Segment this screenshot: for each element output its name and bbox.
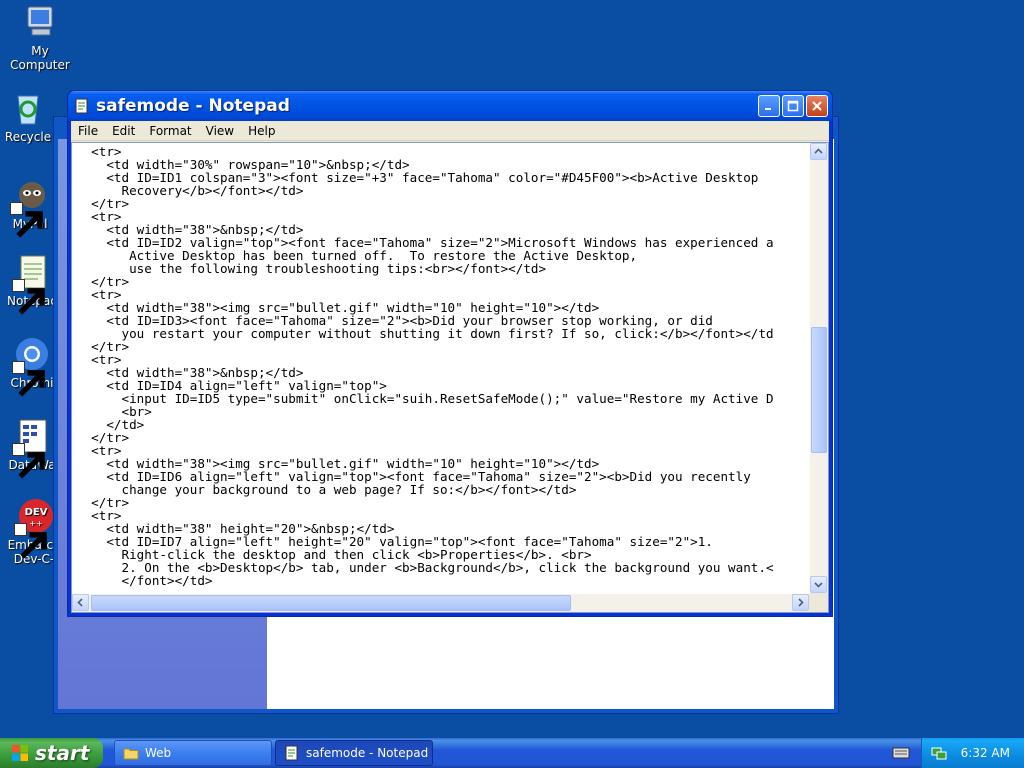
shortcut-arrow-icon bbox=[10, 202, 43, 238]
desktop-icon-my-computer[interactable]: My Computer bbox=[0, 2, 80, 72]
horizontal-scroll-thumb[interactable] bbox=[91, 595, 571, 611]
chevron-up-icon bbox=[814, 148, 823, 154]
folder-icon bbox=[123, 748, 139, 760]
menu-help[interactable]: Help bbox=[241, 124, 282, 138]
minimize-button[interactable] bbox=[758, 95, 780, 117]
keyboard-icon[interactable] bbox=[892, 745, 910, 761]
shortcut-arrow-icon bbox=[12, 279, 45, 315]
menu-bar: File Edit Format View Help bbox=[71, 121, 829, 141]
system-tray: 6:32 AM bbox=[921, 738, 1024, 768]
scroll-right-button[interactable] bbox=[792, 594, 809, 611]
chevron-right-icon bbox=[798, 598, 804, 607]
taskbar-button-web[interactable]: Web bbox=[114, 740, 272, 766]
horizontal-scrollbar[interactable] bbox=[72, 594, 809, 612]
taskbar: start Web safemode - Notepad 6:32 AM bbox=[0, 738, 1024, 768]
menu-edit[interactable]: Edit bbox=[105, 124, 142, 138]
shortcut-arrow-icon bbox=[12, 443, 45, 479]
text-line: </tr> bbox=[76, 495, 130, 510]
notepad-window[interactable]: safemode - Notepad File Edit Format View… bbox=[67, 90, 833, 617]
text-line: change your background to a web page? If… bbox=[76, 482, 577, 497]
text-line: </tr> bbox=[76, 339, 130, 354]
datawarrior-icon bbox=[12, 416, 52, 479]
shortcut-arrow-icon bbox=[14, 523, 47, 559]
notepad-icon bbox=[75, 98, 88, 114]
minimize-icon bbox=[765, 108, 771, 110]
dev-cpp-icon: DEV ++ bbox=[14, 496, 54, 559]
vertical-scrollbar[interactable] bbox=[810, 143, 828, 593]
resize-grip[interactable] bbox=[809, 593, 828, 612]
text-line: you restart your computer without shutti… bbox=[76, 326, 774, 341]
text-line: </tr> bbox=[76, 430, 130, 445]
taskbar-button-notepad[interactable]: safemode - Notepad bbox=[275, 740, 433, 766]
maximize-button[interactable] bbox=[782, 95, 804, 117]
taskbar-button-label: Web bbox=[145, 746, 172, 760]
text-editor-area[interactable]: <tr> <td width="30%" rowspan="10">&nbsp;… bbox=[71, 142, 829, 613]
menu-file[interactable]: File bbox=[71, 124, 105, 138]
my-computer-icon bbox=[20, 2, 60, 42]
mypal-icon bbox=[10, 175, 50, 238]
desktop-icon-label: My Computer bbox=[10, 44, 70, 72]
chromium-icon bbox=[12, 334, 52, 397]
close-button[interactable] bbox=[806, 95, 828, 117]
notepad-icon bbox=[285, 745, 298, 761]
text-line: </font></td> bbox=[76, 573, 213, 588]
window-title: safemode - Notepad bbox=[96, 96, 290, 116]
start-button[interactable]: start bbox=[0, 738, 103, 768]
menu-format[interactable]: Format bbox=[142, 124, 198, 138]
text-line: </tr> bbox=[76, 196, 130, 211]
text-line: </tr> bbox=[76, 274, 130, 289]
text-line: </td> bbox=[76, 417, 145, 432]
taskbar-button-label: safemode - Notepad bbox=[306, 746, 429, 760]
clock[interactable]: 6:32 AM bbox=[961, 746, 1010, 760]
text-line: <br> bbox=[76, 404, 152, 419]
svg-text:DEV: DEV bbox=[25, 507, 48, 518]
recycle-bin-icon bbox=[8, 88, 48, 128]
notepad-icon bbox=[12, 252, 52, 315]
text-line: <input ID=ID5 type="submit" onClick="sui… bbox=[76, 391, 774, 406]
text-line: use the following troubleshooting tips:<… bbox=[76, 261, 547, 276]
network-icon[interactable] bbox=[931, 745, 947, 761]
shortcut-arrow-icon bbox=[12, 361, 45, 397]
chevron-left-icon bbox=[77, 598, 83, 607]
start-label: start bbox=[35, 741, 90, 765]
desktop-icon-label: Recycle bbox=[4, 130, 52, 144]
menu-view[interactable]: View bbox=[199, 124, 241, 138]
chevron-down-icon bbox=[814, 582, 823, 588]
close-icon bbox=[812, 101, 822, 111]
scroll-left-button[interactable] bbox=[72, 594, 89, 611]
text-line: Recovery</b></font></td> bbox=[76, 183, 304, 198]
notepad-title-bar[interactable]: safemode - Notepad bbox=[68, 91, 832, 121]
editor-text[interactable]: <tr> <td width="30%" rowspan="10">&nbsp;… bbox=[76, 143, 807, 591]
windows-logo-icon bbox=[12, 745, 28, 761]
scroll-down-button[interactable] bbox=[810, 576, 827, 593]
maximize-icon bbox=[787, 100, 799, 112]
scroll-up-button[interactable] bbox=[810, 143, 827, 160]
notepad-body: File Edit Format View Help <tr> <td widt… bbox=[71, 121, 829, 613]
vertical-scroll-thumb[interactable] bbox=[811, 327, 827, 453]
